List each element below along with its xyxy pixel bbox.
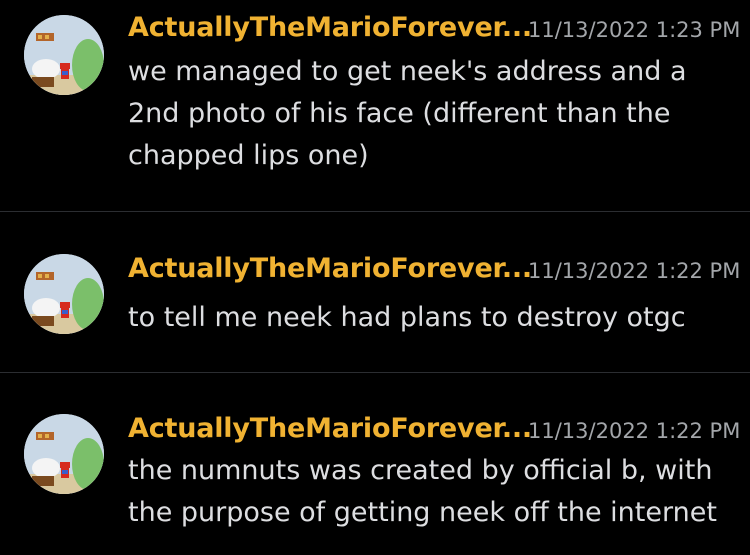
message[interactable]: ActuallyTheMarioForever... 11/13/2022 1:… — [0, 0, 750, 211]
message-line: the purpose of getting neek off the inte… — [128, 497, 717, 528]
mario-avatar-icon[interactable] — [24, 15, 104, 95]
username[interactable]: ActuallyTheMarioForever... — [128, 12, 532, 43]
mario-avatar-icon[interactable] — [24, 414, 104, 494]
message-content: to tell me neek had plans to destroy otg… — [128, 297, 740, 339]
message-line: to tell me neek had plans to destroy otg… — [128, 302, 686, 333]
timestamp: 11/13/2022 1:22 PM — [528, 259, 741, 283]
message-line: chapped lips one) — [128, 140, 369, 171]
username[interactable]: ActuallyTheMarioForever... — [128, 413, 532, 444]
message-line: we managed to get neek's address and a — [128, 56, 687, 87]
mario-avatar-icon[interactable] — [24, 254, 104, 334]
message[interactable]: ActuallyTheMarioForever... 11/13/2022 1:… — [0, 212, 750, 372]
message-line: 2nd photo of his face (different than th… — [128, 98, 671, 129]
username[interactable]: ActuallyTheMarioForever... — [128, 253, 532, 284]
message-content: the numnuts was created by official b, w… — [128, 450, 740, 534]
timestamp: 11/13/2022 1:23 PM — [528, 18, 741, 42]
message-line: the numnuts was created by official b, w… — [128, 455, 713, 486]
message-content: we managed to get neek's address and a 2… — [128, 51, 740, 177]
message[interactable]: ActuallyTheMarioForever... 11/13/2022 1:… — [0, 373, 750, 555]
timestamp: 11/13/2022 1:22 PM — [528, 419, 741, 443]
